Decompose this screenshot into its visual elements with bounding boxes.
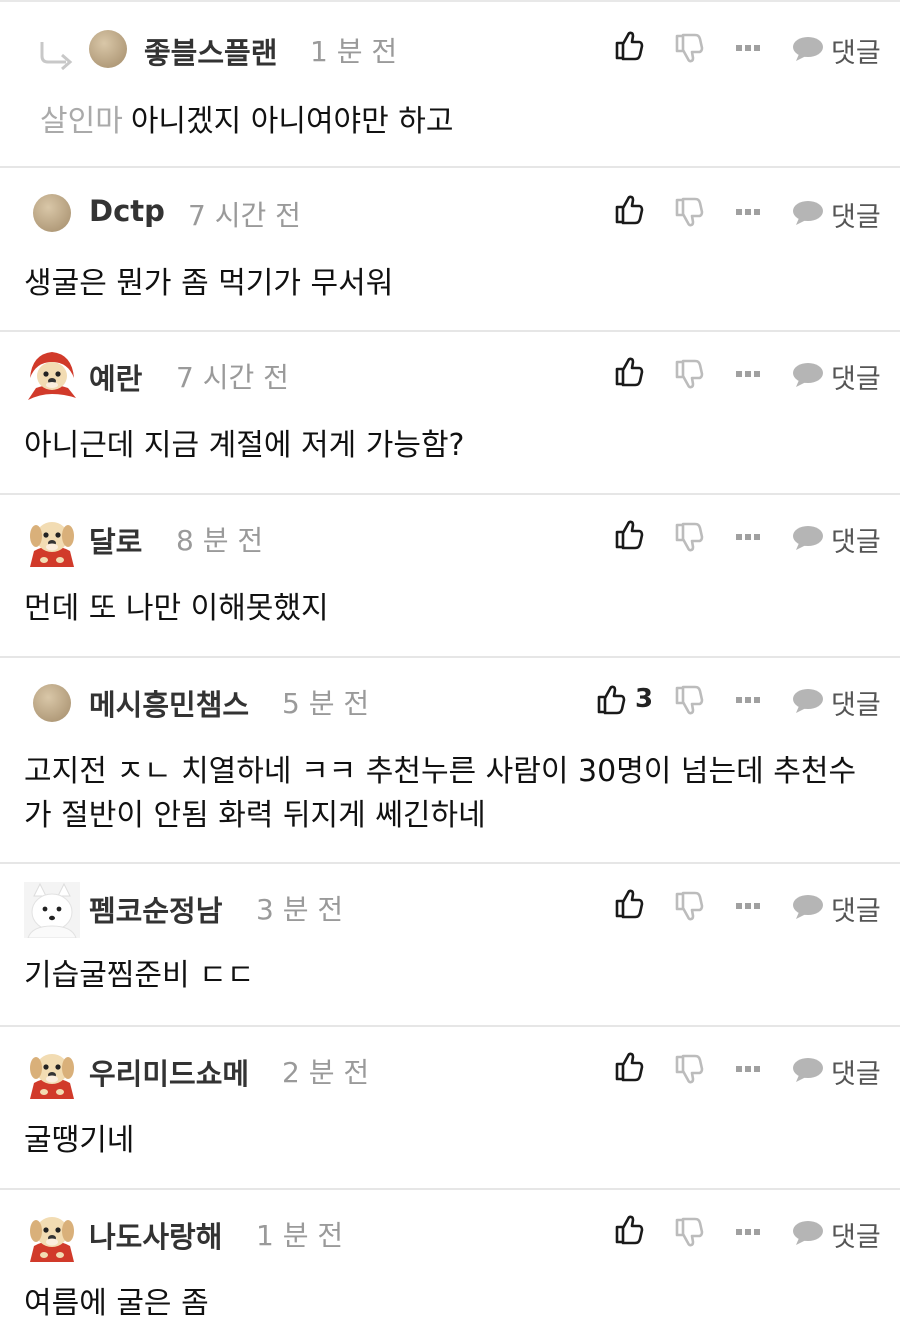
reply-button-label[interactable]: 댓글 [831, 683, 881, 722]
reply-button-label[interactable]: 댓글 [831, 195, 881, 234]
avatar[interactable] [24, 511, 80, 567]
reply-arrow-icon [40, 42, 73, 70]
timestamp: 7 시간 전 [188, 199, 301, 232]
reply-button-label[interactable]: 댓글 [831, 889, 881, 928]
top-divider [0, 0, 900, 2]
thumbs-down-icon[interactable] [674, 685, 704, 717]
nickname[interactable]: 펨코순정남 [89, 888, 222, 930]
reply-button-label[interactable]: 댓글 [831, 520, 881, 559]
comment-body: 살인마 아니겠지 아니여야만 하고 [40, 100, 892, 144]
comment-header: 예란 7 시간 전 댓글 [0, 344, 900, 404]
speech-bubble-icon[interactable] [791, 199, 825, 227]
thumbs-down-icon[interactable] [674, 359, 704, 391]
comment-item: 예란 7 시간 전 댓글 아니근데 지금 계절에 저게 가능함? [0, 332, 900, 495]
timestamp: 2 분 전 [282, 1056, 370, 1089]
more-dots-icon[interactable] [736, 533, 760, 541]
comment-text: 아니겠지 아니여야만 하고 [130, 104, 454, 139]
avatar[interactable] [33, 684, 71, 722]
avatar[interactable] [24, 348, 80, 404]
speech-bubble-icon[interactable] [791, 361, 825, 389]
comment-body: 굴땡기네 [24, 1123, 135, 1158]
avatar[interactable] [24, 1206, 80, 1262]
comment-body: 고지전 ㅈㄴ 치열하네 ㅋㅋ 추천누른 사람이 30명이 넘는데 추천수가 절반… [24, 754, 857, 833]
nickname[interactable]: 좋블스플랜 [144, 30, 277, 72]
comment-item: Dctp 7 시간 전 댓글 생굴은 뭔가 좀 먹기가 무서워 [0, 168, 900, 332]
thumbs-down-icon[interactable] [674, 33, 704, 65]
thumbs-up-icon[interactable] [596, 683, 626, 715]
speech-bubble-icon[interactable] [791, 687, 825, 715]
comment-header: Dctp 7 시간 전 댓글 [0, 182, 900, 242]
more-dots-icon[interactable] [736, 44, 760, 52]
nickname[interactable]: 메시흥민챔스 [89, 682, 249, 724]
mention-tag[interactable]: 살인마 [40, 104, 123, 139]
comment-body: 여름에 굴은 좀 [24, 1286, 209, 1321]
thumbs-down-icon[interactable] [674, 1217, 704, 1249]
comment-body: 아니근데 지금 계절에 저게 가능함? [24, 428, 465, 463]
more-dots-icon[interactable] [736, 208, 760, 216]
thumbs-up-icon[interactable] [614, 29, 644, 61]
like-count: 3 [635, 684, 654, 714]
comment-header: 펨코순정남 3 분 전 댓글 [0, 876, 900, 936]
comment-body: 기습굴찜준비 ㄷㄷ [24, 958, 255, 993]
speech-bubble-icon[interactable] [791, 524, 825, 552]
speech-bubble-icon[interactable] [791, 35, 825, 63]
thumbs-up-icon[interactable] [614, 887, 644, 919]
reply-button-label[interactable]: 댓글 [831, 31, 881, 70]
comment-item: 나도사랑해 1 분 전 댓글 여름에 굴은 좀 [0, 1190, 900, 1336]
nickname[interactable]: 달로 [89, 519, 142, 561]
timestamp: 1 분 전 [310, 35, 398, 68]
comment-item: 메시흥민챔스 5 분 전 3 댓글 고지전 ㅈㄴ 치열하네 ㅋㅋ 추천누른 사람… [0, 658, 900, 864]
more-dots-icon[interactable] [736, 370, 760, 378]
comment-body: 먼데 또 나만 이해못했지 [24, 591, 329, 626]
thumbs-down-icon[interactable] [674, 891, 704, 923]
nickname[interactable]: 우리미드쇼메 [89, 1051, 249, 1093]
comment-body: 생굴은 뭔가 좀 먹기가 무서워 [24, 266, 394, 301]
more-dots-icon[interactable] [736, 1228, 760, 1236]
comment-header: 나도사랑해 1 분 전 댓글 [0, 1202, 900, 1262]
avatar[interactable] [89, 30, 127, 68]
thumbs-up-icon[interactable] [614, 193, 644, 225]
reply-button-label[interactable]: 댓글 [831, 357, 881, 396]
nickname[interactable]: 나도사랑해 [89, 1214, 222, 1256]
more-dots-icon[interactable] [736, 902, 760, 910]
comment-item: 좋블스플랜 1 분 전 댓글 살인마 아니겠지 아니여야만 하고 [0, 4, 900, 168]
comment-header: 좋블스플랜 1 분 전 댓글 [0, 18, 900, 78]
comment-header: 우리미드쇼메 2 분 전 댓글 [0, 1039, 900, 1099]
speech-bubble-icon[interactable] [791, 1219, 825, 1247]
avatar[interactable] [24, 1043, 80, 1099]
thumbs-down-icon[interactable] [674, 1054, 704, 1086]
avatar[interactable] [24, 882, 80, 938]
comment-header: 메시흥민챔스 5 분 전 3 댓글 [0, 670, 900, 730]
timestamp: 7 시간 전 [176, 361, 289, 394]
more-dots-icon[interactable] [736, 1065, 760, 1073]
thumbs-down-icon[interactable] [674, 522, 704, 554]
reply-button-label[interactable]: 댓글 [831, 1215, 881, 1254]
thumbs-down-icon[interactable] [674, 197, 704, 229]
timestamp: 5 분 전 [282, 687, 370, 720]
timestamp: 8 분 전 [176, 524, 264, 557]
comment-item: 우리미드쇼메 2 분 전 댓글 굴땡기네 [0, 1027, 900, 1190]
thumbs-up-icon[interactable] [614, 1213, 644, 1245]
comment-item: 달로 8 분 전 댓글 먼데 또 나만 이해못했지 [0, 495, 900, 658]
comment-item: 펨코순정남 3 분 전 댓글 기습굴찜준비 ㄷㄷ [0, 864, 900, 1027]
speech-bubble-icon[interactable] [791, 893, 825, 921]
more-dots-icon[interactable] [736, 696, 760, 704]
nickname[interactable]: Dctp [89, 194, 165, 228]
timestamp: 1 분 전 [256, 1219, 344, 1252]
speech-bubble-icon[interactable] [791, 1056, 825, 1084]
comment-header: 달로 8 분 전 댓글 [0, 507, 900, 567]
thumbs-up-icon[interactable] [614, 355, 644, 387]
reply-button-label[interactable]: 댓글 [831, 1052, 881, 1091]
thumbs-up-icon[interactable] [614, 1050, 644, 1082]
nickname[interactable]: 예란 [89, 356, 142, 398]
timestamp: 3 분 전 [256, 893, 344, 926]
thumbs-up-icon[interactable] [614, 518, 644, 550]
avatar[interactable] [33, 194, 71, 232]
